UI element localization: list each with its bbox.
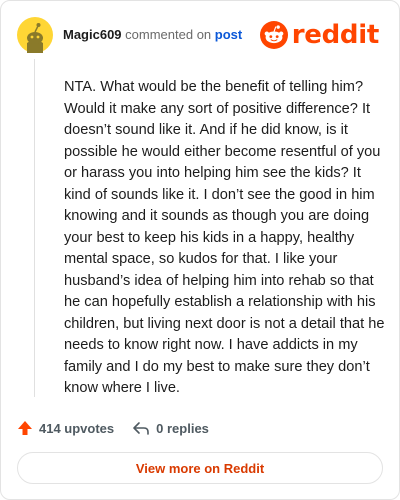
author-username[interactable]: Magic609: [63, 27, 122, 42]
upvote-button[interactable]: 414 upvotes: [17, 420, 114, 436]
upvote-count: 414 upvotes: [39, 420, 115, 436]
thread-line: [34, 59, 35, 397]
user-avatar-icon[interactable]: [17, 17, 53, 53]
reddit-wordmark: reddit: [291, 20, 380, 50]
reply-arrow-icon: [133, 422, 149, 435]
view-more-on-reddit-button[interactable]: View more on Reddit: [17, 452, 383, 484]
reply-count: 0 replies: [156, 420, 209, 436]
comment-header: Magic609 commented on post reddit: [17, 17, 383, 53]
reddit-snoo-logo-icon: [259, 21, 288, 49]
reply-button[interactable]: 0 replies: [132, 420, 209, 436]
comment-meta: Magic609 commented on post: [63, 27, 242, 43]
post-link[interactable]: post: [215, 27, 242, 42]
embedded-comment-card: Magic609 commented on post reddit NTA. W…: [0, 0, 400, 500]
comment-actions: 414 upvotes 0 replies: [17, 416, 209, 440]
comment-body: NTA. What would be the benefit of tellin…: [64, 79, 385, 396]
upvote-arrow-icon: [18, 421, 32, 435]
reddit-logo[interactable]: reddit: [259, 20, 380, 50]
commented-on-text: commented on: [125, 27, 212, 42]
